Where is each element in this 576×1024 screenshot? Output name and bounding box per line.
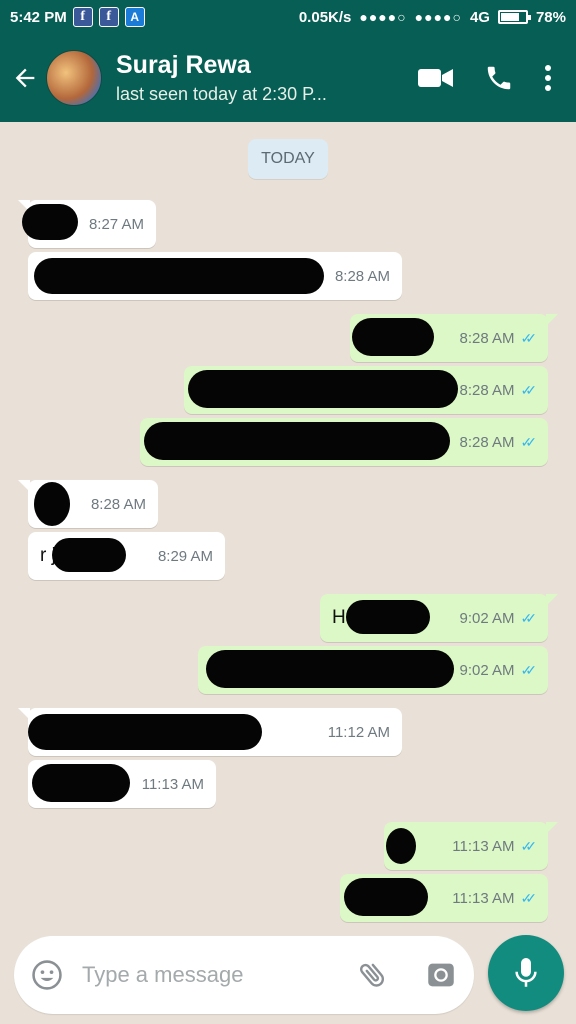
facebook-icon: f: [72, 7, 93, 27]
redaction-mark: [386, 828, 416, 864]
message-time: 11:13 AM: [452, 889, 515, 907]
message-time: 11:13 AM: [452, 837, 515, 855]
last-seen-status: last seen today at 2:30 P...: [116, 84, 327, 104]
message-time: 8:28 AM: [90, 495, 146, 513]
redaction-mark: [344, 878, 428, 916]
status-bar: 5:42 PM f f A 0.05K/s ●●●●○ ●●●●○ 4G 78%: [0, 0, 576, 34]
voice-message-button[interactable]: [488, 935, 564, 1011]
microphone-icon: [515, 958, 537, 987]
signal-strength-icon: ●●●●○: [359, 9, 407, 25]
app-store-icon: A: [124, 7, 145, 27]
redaction-mark: [52, 538, 126, 572]
facebook-icon: f: [98, 7, 119, 27]
redaction-mark: [352, 318, 434, 356]
message-time: 8:29 AM: [157, 547, 213, 565]
message-time: 11:12 AM: [327, 723, 390, 741]
message-time: 9:02 AM: [459, 661, 515, 679]
message-time: 8:27 AM: [88, 215, 144, 233]
message-bubble-incoming[interactable]: 11:13 AM: [28, 760, 216, 808]
network-type: 4G: [469, 8, 490, 26]
status-time: 5:42 PM: [10, 8, 67, 26]
message-bubble-incoming[interactable]: 8:28 AM: [18, 480, 158, 528]
more-options-icon[interactable]: [544, 64, 552, 92]
message-bubble-incoming[interactable]: 8:28 AM: [28, 252, 402, 300]
video-call-icon[interactable]: [418, 66, 454, 90]
read-receipt-icon: ✓✓: [520, 661, 538, 678]
read-receipt-icon: ✓✓: [520, 837, 538, 854]
message-composer: [14, 936, 474, 1014]
contact-name: Suraj Rewa: [116, 51, 251, 79]
camera-icon[interactable]: [424, 958, 458, 992]
message-time: 9:02 AM: [459, 609, 515, 627]
message-time: 11:13 AM: [141, 775, 204, 793]
redaction-mark: [188, 370, 458, 408]
redaction-mark: [144, 422, 450, 460]
message-time: 8:28 AM: [459, 329, 515, 347]
message-bubble-outgoing[interactable]: 8:28 AM ✓✓: [350, 314, 558, 362]
contact-avatar[interactable]: [46, 50, 102, 106]
message-bubble-incoming[interactable]: r ji 8:29 AM: [28, 532, 225, 580]
redaction-mark: [34, 482, 70, 526]
chat-header: Suraj Rewa last seen today at 2:30 P...: [0, 34, 576, 122]
read-receipt-icon: ✓✓: [520, 381, 538, 398]
message-time: 8:28 AM: [334, 267, 390, 285]
redaction-mark: [32, 764, 130, 802]
date-separator: TODAY: [248, 139, 328, 179]
message-bubble-outgoing[interactable]: H h 9:02 AM✓✓: [320, 594, 558, 642]
message-bubble-incoming[interactable]: ted 11:12 AM: [18, 708, 402, 756]
attachment-icon[interactable]: [356, 958, 390, 992]
read-receipt-icon: ✓✓: [520, 433, 538, 450]
contact-info[interactable]: Suraj Rewa last seen today at 2:30 P...: [116, 51, 366, 105]
message-bubble-outgoing[interactable]: 8:28 AM ✓✓: [184, 366, 548, 414]
read-receipt-icon: ✓✓: [520, 329, 538, 346]
message-time: 8:28 AM: [459, 433, 515, 451]
voice-call-icon[interactable]: [484, 63, 514, 93]
signal-strength-icon: ●●●●○: [414, 9, 462, 25]
message-list[interactable]: TODAY 8:27 AM 8:28 AM 8:28 AM ✓✓ 8:28 AM ✓…: [0, 122, 576, 934]
emoji-icon[interactable]: [30, 958, 64, 992]
message-bubble-outgoing[interactable]: 11:13 AM ✓✓: [384, 822, 558, 870]
redaction-mark: [28, 714, 262, 750]
redaction-mark: [346, 600, 430, 634]
battery-percent: 78%: [535, 8, 566, 26]
back-arrow-icon[interactable]: [0, 48, 50, 108]
message-time: 8:28 AM: [459, 381, 515, 399]
redaction-mark: [206, 650, 454, 688]
message-bubble-incoming[interactable]: 8:27 AM: [18, 200, 156, 248]
network-speed: 0.05K/s: [298, 8, 352, 26]
message-bubble-outgoing[interactable]: 9:02 AM ✓✓: [198, 646, 548, 694]
message-input[interactable]: [80, 961, 324, 989]
message-bubble-outgoing[interactable]: 8:28 AM ✓✓: [140, 418, 548, 466]
redaction-mark: [22, 204, 78, 240]
read-receipt-icon: ✓✓: [520, 889, 538, 906]
message-bubble-outgoing[interactable]: 11:13 AM ✓✓: [340, 874, 548, 922]
battery-icon: [497, 10, 531, 24]
read-receipt-icon: ✓✓: [520, 609, 538, 626]
redaction-mark: [34, 258, 324, 294]
